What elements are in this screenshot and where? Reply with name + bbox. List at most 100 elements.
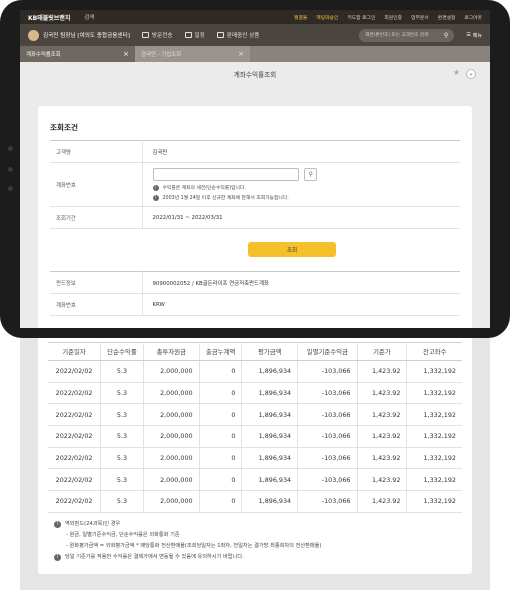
search-icon[interactable]: ⚲ [444,32,448,39]
cell-daily-profit: -103,066 [297,382,358,405]
cell-valuation: 1,896,934 [241,490,299,513]
calendar-icon [184,32,192,38]
cell-units: 1,332,192 [406,425,462,448]
cell-return: 5.3 [100,403,144,427]
tab-company-lookup[interactable]: 검국민 - 기업조회 × [135,46,250,62]
cell-withdrawal: 0 [199,468,243,492]
cell-units: 1,332,192 [406,360,462,383]
account-number-input[interactable] [152,168,299,181]
table-row: 2022/02/02 5.3 2,000,000 0 1,896,934 -10… [48,425,462,448]
cell-return: 5.3 [100,382,144,405]
cell-principal: 2,000,000 [143,360,200,383]
info-table: 펀드정보 90900002052 / KB골든라이프 연금저축펀드계좌 계좌번호… [50,271,460,316]
top-link[interactable]: 업무문서 [411,14,429,21]
cell-date: 2022/02/02 [48,403,102,427]
conditions-table: 고객명 김국민 계좌번호 ⚲ ! 수익률은 계좌의 세전(단순수익률)입니다. [50,140,460,229]
top-links: 월결울 액팅와승인 키드함 로그인 회원인증 업무문서 환경설정 로그아웃 [294,14,482,21]
table-row: 2022/02/02 5.3 2,000,000 0 1,896,934 -10… [48,382,462,405]
visit-send-button[interactable]: 방문전송 [141,31,173,39]
cell-withdrawal: 0 [199,382,243,405]
col-header: 평가금액 [241,342,299,361]
cell-units: 1,332,192 [406,382,462,405]
search-input[interactable]: 화면(판번호) 또는 고객번호 검색 ⚲ [359,28,455,42]
tab-label: 계좌수익률조회 [26,52,61,58]
top-menu-search[interactable]: 검색 [84,13,94,21]
cell-principal: 2,000,000 [143,403,200,427]
menu-button[interactable]: ☰ 메뉴 [466,32,482,39]
cell-daily-profit: -103,066 [297,403,358,427]
cell-principal: 2,000,000 [143,468,200,492]
conditions-card: 조회조건 고객명 김국민 계좌번호 ⚲ ! 수익률은 계좌의 세전(단순수익률)… [38,106,472,328]
close-icon[interactable]: × [238,50,244,58]
cell-valuation: 1,896,934 [241,468,299,492]
close-icon[interactable]: × [123,50,129,58]
info-icon: ! [54,521,61,528]
note-item: ! 역외펀드(24과목)인 경우 [54,519,321,530]
hint-text: 2003년 1월 24일 이후 신규한 계좌에 한해서 조회가능합니다. [162,196,289,201]
top-bar: KB태블릿브랜치 검색 월결울 액팅와승인 키드함 로그인 회원인증 업무문서 … [20,10,490,24]
col-header: 잔고좌수 [406,342,462,361]
chevron-down-icon[interactable]: ⌄ [466,69,476,79]
top-link[interactable]: 회원인증 [384,14,402,21]
cell-daily-profit: -103,066 [297,468,358,492]
notes-section: ! 역외펀드(24과목)인 경우 - 원금, 일별기준수익금, 단순수익률은 외… [54,519,321,563]
value-period[interactable]: 2022/01/31 ~ 2022/03/31 [142,206,460,229]
cell-valuation: 1,896,934 [241,447,299,470]
search-icon[interactable]: ⚲ [304,168,318,181]
table-row: 2022/02/02 5.3 2,000,000 0 1,896,934 -10… [48,447,462,470]
app-logo[interactable]: KB태블릿브랜치 [28,13,70,22]
cell-valuation: 1,896,934 [241,360,299,383]
bag-icon [216,32,224,38]
tab-label: 검국민 - 기업조회 [141,52,182,58]
value-fund: 90900002052 / KB골든라이프 연금저축펀드계좌 [142,271,460,294]
cell-return: 5.3 [100,447,144,470]
cell-date: 2022/02/02 [48,468,102,492]
table-row: 2022/02/02 5.3 2,000,000 0 1,896,934 -10… [48,403,462,427]
cell-base-price: 1,423.92 [357,425,408,448]
products-button[interactable]: 판매중인 상품 [216,31,260,39]
button-label: 판매중인 상품 [226,33,260,39]
top-link[interactable]: 액팅와승인 [316,14,338,21]
table-row: 2022/02/02 5.3 2,000,000 0 1,896,934 -10… [48,490,462,513]
top-link[interactable]: 로그아웃 [464,14,482,21]
cell-valuation: 1,896,934 [241,425,299,448]
cell-base-price: 1,423.92 [357,360,408,383]
cell-withdrawal: 0 [199,360,243,383]
results-table: 기준일자 단순수익률 총투자원금 출금누계액 평가금액 일별기준수익금 기준가 … [48,342,462,513]
cell-units: 1,332,192 [406,468,462,492]
cell-daily-profit: -103,066 [297,425,358,448]
note-item: ! 당일 기준가를 적용한 수익률은 결제가에서 변동될 수 있음에 유의하시기… [54,552,321,563]
hint: ! 2003년 1월 24일 이후 신규한 계좌에 한해서 조회가능합니다. [152,194,461,201]
cell-withdrawal: 0 [199,490,243,513]
query-button[interactable]: 조회 [248,242,336,257]
hint: ! 수익률은 계좌의 세전(단순수익률)입니다. [152,184,461,191]
cell-daily-profit: -103,066 [297,360,358,383]
note-sub: - 원금, 일별기준수익금, 단순수익률은 외화통화 기준 [66,532,180,538]
cell-valuation: 1,896,934 [241,403,299,427]
cell-date: 2022/02/02 [48,490,102,513]
label-period: 조회기간 [50,206,143,229]
table-row: 2022/02/02 5.3 2,000,000 0 1,896,934 -10… [48,360,462,383]
cell-base-price: 1,423.92 [357,468,408,492]
hint-text: 수익률은 계좌의 세전(단순수익률)입니다. [162,186,246,191]
tab-account-return[interactable]: 계좌수익률조회 × [20,46,135,62]
condition-row: 계좌번호 ⚲ ! 수익률은 계좌의 세전(단순수익률)입니다. ! 2003년 [50,162,461,207]
top-link[interactable]: 환경설정 [438,14,456,21]
cell-withdrawal: 0 [199,447,243,470]
cell-withdrawal: 0 [199,425,243,448]
cell-valuation: 1,896,934 [241,382,299,405]
top-link[interactable]: 키드함 로그인 [347,14,375,21]
avatar [28,29,39,41]
search-placeholder: 화면(판번호) 또는 고객번호 검색 [365,33,429,38]
cell-units: 1,332,192 [406,490,462,513]
cell-return: 5.3 [100,360,144,383]
schedule-button[interactable]: 일정 [184,31,205,39]
col-header: 기준일자 [48,342,102,361]
top-link[interactable]: 월결울 [294,14,307,21]
label-fund: 펀드정보 [50,271,143,294]
star-icon[interactable]: ★ [453,68,460,77]
info-icon: ! [152,184,159,191]
tablet-sensor [8,186,13,191]
cell-withdrawal: 0 [199,403,243,427]
note-sub: - 원화평가금액 = 외화평가금액 * 매당통화 전산환매율(조회당일자는 1좌… [66,543,322,549]
